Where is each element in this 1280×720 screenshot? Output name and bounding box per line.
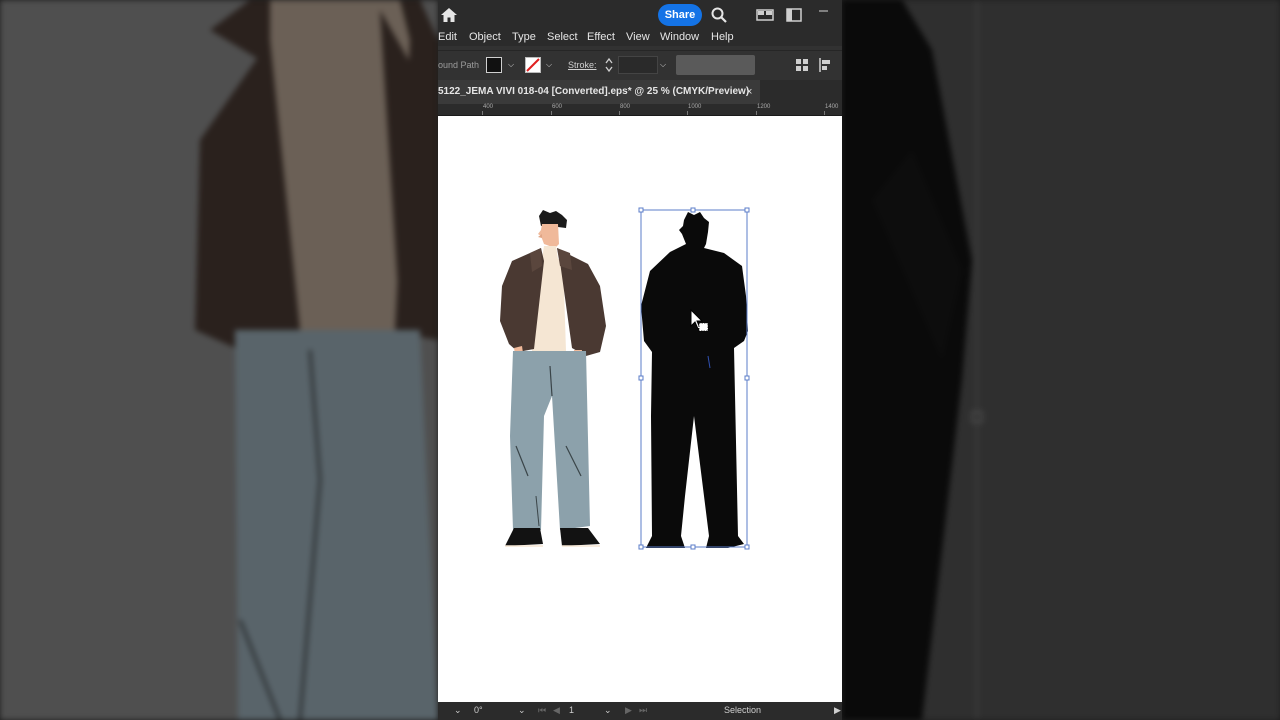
ruler-tick — [482, 111, 483, 115]
search-icon[interactable] — [710, 6, 728, 24]
document-tab[interactable]: 5122_JEMA VIVI 018-04 [Converted].eps* @… — [438, 80, 760, 104]
ruler-label: 1000 — [688, 104, 702, 110]
ruler-tick — [619, 111, 620, 115]
home-icon[interactable] — [440, 6, 458, 24]
stroke-stepper-icon[interactable] — [604, 56, 614, 74]
menu-object[interactable]: Object — [469, 28, 501, 46]
current-tool-label: Selection — [724, 705, 762, 715]
menu-window[interactable]: Window — [660, 28, 699, 46]
menu-edit[interactable]: Edit — [438, 28, 457, 46]
screen: Share Edit Object Type Select Effect Vie… — [0, 0, 1280, 720]
none-stroke-icon — [526, 58, 540, 72]
document-tab-bar: 5122_JEMA VIVI 018-04 [Converted].eps* @… — [438, 80, 842, 104]
next-artboard-icon[interactable]: ▶ — [625, 705, 632, 716]
minimize-icon[interactable] — [816, 6, 834, 24]
align-icon[interactable] — [796, 59, 808, 71]
object-type-label: ound Path — [438, 60, 480, 70]
menu-select[interactable]: Select — [547, 28, 578, 46]
menu-type[interactable]: Type — [512, 28, 536, 46]
variable-width-profile-field[interactable] — [676, 55, 755, 75]
status-menu-arrow-icon[interactable]: ▶ — [834, 705, 841, 716]
ruler-tick — [687, 111, 688, 115]
ruler-tick — [756, 111, 757, 115]
ruler-label: 800 — [620, 104, 631, 110]
ruler-label: 600 — [552, 104, 563, 110]
blurred-silhouette-illustration — [842, 0, 1280, 720]
ruler-label: 400 — [483, 104, 494, 110]
stroke-weight-input[interactable] — [618, 56, 658, 74]
background-left-blurred-figure — [0, 0, 438, 720]
title-bar: Share — [438, 0, 842, 30]
artwork — [500, 207, 750, 550]
previous-artboard-icon[interactable]: ◀ — [553, 705, 560, 716]
fill-color-swatch[interactable] — [486, 57, 502, 73]
illustrator-window: Share Edit Object Type Select Effect Vie… — [438, 0, 842, 720]
close-tab-icon[interactable]: × — [746, 80, 752, 104]
control-bar: ound Path ⌵ ⌵ Stroke: ⌵ — [438, 50, 842, 80]
fill-dropdown-chevron-icon[interactable]: ⌵ — [508, 60, 514, 70]
ruler-tick — [551, 111, 552, 115]
zoom-chevron-icon[interactable]: ⌄ — [454, 705, 462, 716]
ruler-label: 1200 — [757, 104, 771, 110]
document-tab-title: 5122_JEMA VIVI 018-04 [Converted].eps* @… — [438, 86, 750, 97]
menu-bar: Edit Object Type Select Effect View Wind… — [438, 28, 842, 46]
stroke-dropdown-chevron-icon[interactable]: ⌵ — [546, 60, 552, 70]
silhouette-compound-path[interactable] — [641, 212, 748, 548]
ruler-tick — [824, 111, 825, 115]
arrange-documents-icon[interactable] — [756, 6, 774, 24]
rotation-value[interactable]: 0° — [474, 705, 483, 715]
horizontal-ruler: 400 600 800 1000 1200 1400 — [438, 104, 842, 116]
workspace-icon[interactable] — [785, 6, 803, 24]
first-artboard-icon[interactable]: ⏮ — [538, 705, 546, 716]
blurred-figure-illustration — [0, 0, 438, 720]
stroke-color-swatch[interactable] — [525, 57, 541, 73]
artboard-canvas[interactable] — [438, 116, 842, 702]
stroke-weight-chevron-icon[interactable]: ⌵ — [660, 60, 666, 70]
distribute-icon[interactable] — [818, 58, 832, 72]
background-right-blurred-silhouette — [842, 0, 1280, 720]
artboard-number[interactable]: 1 — [569, 705, 574, 715]
menu-help[interactable]: Help — [711, 28, 734, 46]
artboard-chevron-icon[interactable]: ⌄ — [604, 705, 612, 716]
rotation-chevron-icon[interactable]: ⌄ — [518, 705, 526, 716]
man-illustration[interactable] — [500, 210, 606, 547]
share-button[interactable]: Share — [658, 4, 702, 26]
menu-view[interactable]: View — [626, 28, 650, 46]
menu-effect[interactable]: Effect — [587, 28, 615, 46]
last-artboard-icon[interactable]: ⏭ — [639, 705, 647, 716]
ruler-label: 1400 — [825, 104, 839, 110]
stroke-label[interactable]: Stroke: — [568, 60, 597, 70]
status-bar: ⌄ 0° ⌄ ⏮ ◀ 1 ⌄ ▶ ⏭ Selection ▶ — [438, 702, 842, 720]
